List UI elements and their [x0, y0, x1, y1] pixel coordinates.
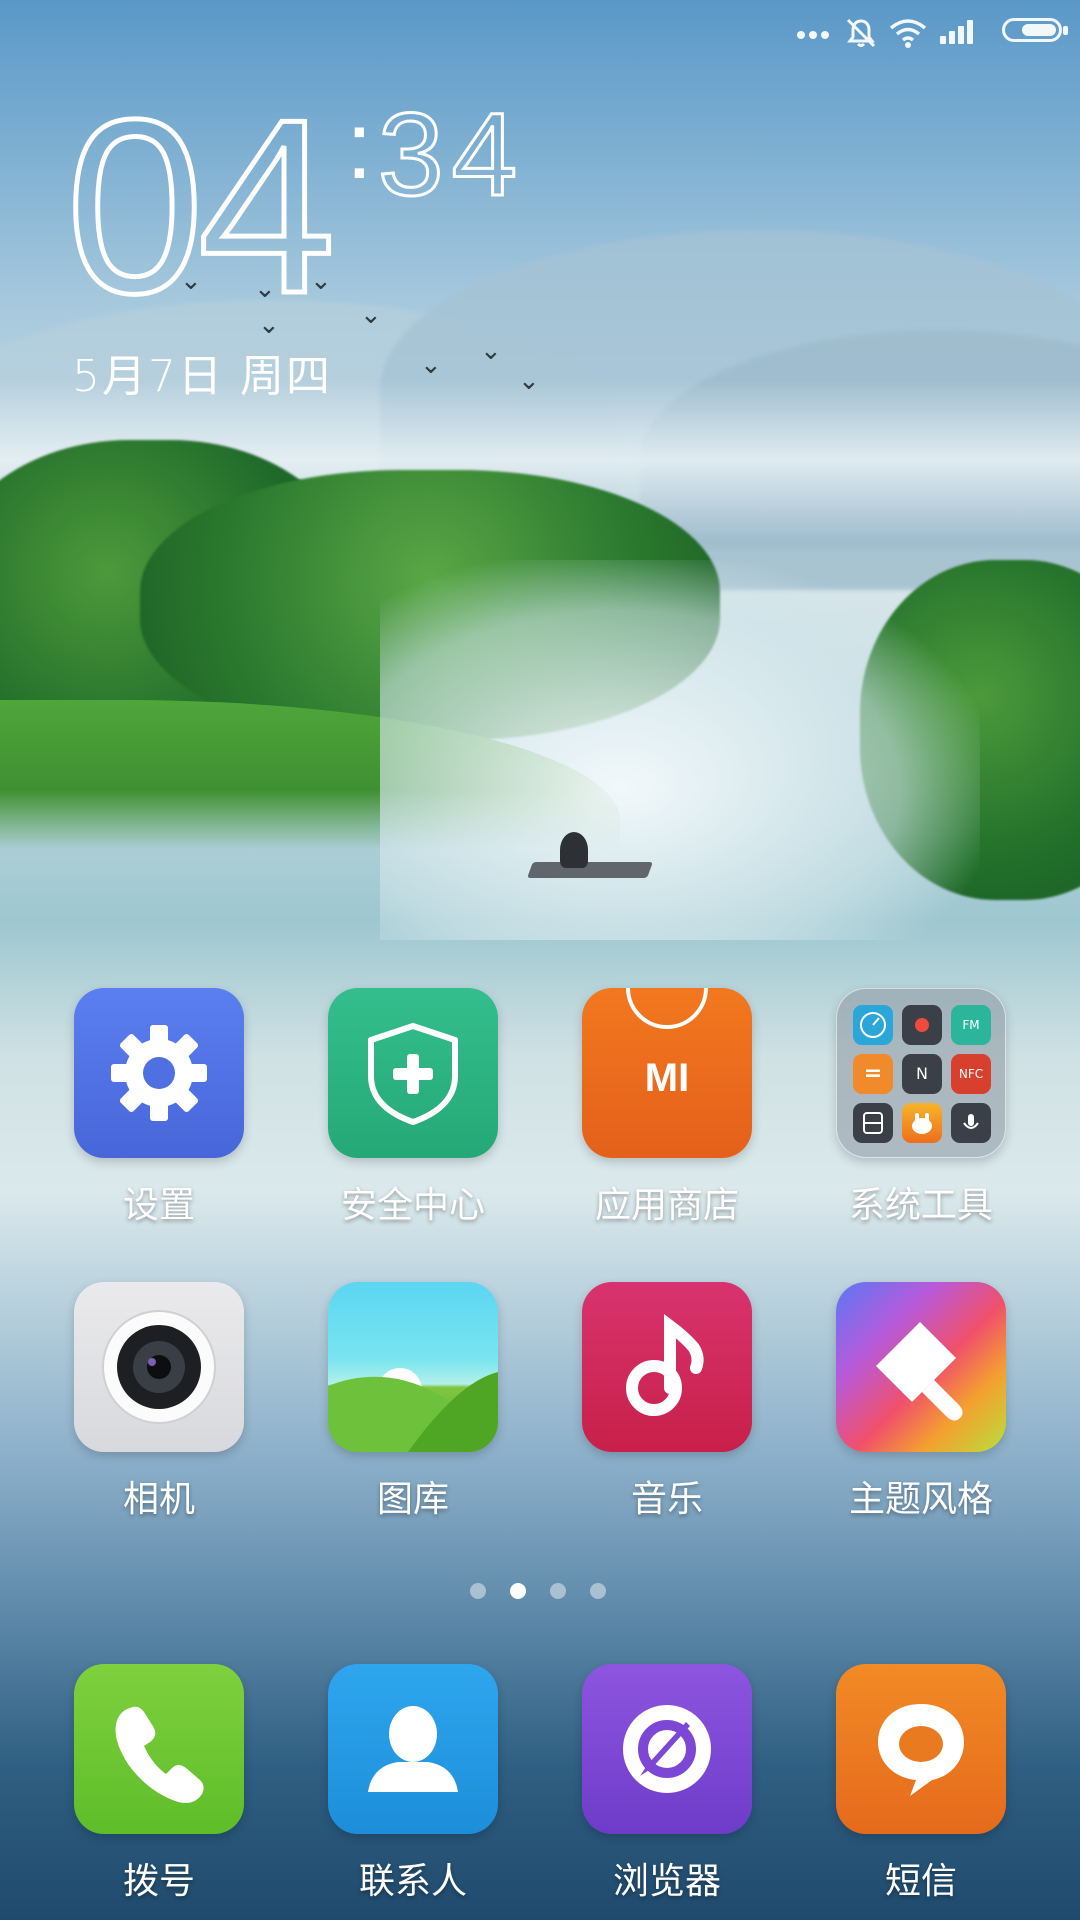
clock-date: 5月7日 周四: [72, 351, 332, 402]
nfc-mini-icon: NFC: [951, 1054, 991, 1094]
signal-icon: [940, 18, 980, 44]
app-label: 联系人: [358, 1861, 467, 1902]
browser-icon: [582, 1664, 752, 1834]
app-label: 系统工具: [848, 1185, 993, 1226]
mi-logo-text: MI: [645, 1056, 689, 1100]
app-camera[interactable]: 相机: [59, 1282, 259, 1522]
shield-plus-icon: [328, 988, 498, 1158]
app-store[interactable]: MI 应用商店: [567, 988, 767, 1228]
page-dot[interactable]: [470, 1583, 486, 1599]
page-indicator: [470, 1583, 610, 1603]
folder-icon: FM = N NFC: [836, 988, 1006, 1158]
voice-recorder-mini-icon: [951, 1103, 991, 1143]
bird-icon: ⌄: [360, 300, 382, 330]
gear-icon: [74, 988, 244, 1158]
app-label: 图库: [376, 1479, 449, 1520]
clock-mini-icon: [853, 1005, 893, 1045]
clock-colon: :: [346, 92, 373, 199]
app-label: 安全中心: [340, 1185, 485, 1226]
app-label: 设置: [122, 1185, 195, 1226]
clock-minute: 34: [376, 89, 526, 221]
app-security-center[interactable]: 安全中心: [313, 988, 513, 1228]
page-dot[interactable]: [590, 1583, 606, 1599]
app-label: 拨号: [122, 1861, 195, 1902]
more-dots-icon: [797, 31, 829, 39]
fm-radio-mini-icon: FM: [951, 1005, 991, 1045]
app-settings[interactable]: 设置: [59, 988, 259, 1228]
raft: [527, 862, 653, 878]
river: [380, 560, 980, 940]
bird-icon: ⌄: [518, 366, 540, 396]
mi-store-icon: MI: [582, 988, 752, 1158]
gallery-icon: [328, 1282, 498, 1452]
app-label: 浏览器: [612, 1861, 721, 1902]
paint-brush-icon: [836, 1282, 1006, 1452]
dock-messages[interactable]: 短信: [821, 1664, 1021, 1904]
app-gallery[interactable]: 图库: [313, 1282, 513, 1522]
app-label: 短信: [884, 1861, 957, 1902]
message-bubble-icon: [836, 1664, 1006, 1834]
dock-phone[interactable]: 拨号: [59, 1664, 259, 1904]
wifi-icon: [889, 19, 927, 48]
phone-icon: [74, 1664, 244, 1834]
camera-icon: [74, 1282, 244, 1452]
folder-system-tools[interactable]: FM = N NFC 系统工具: [821, 988, 1021, 1228]
recorder-mini-icon: [902, 1005, 942, 1045]
app-label: 相机: [122, 1479, 195, 1520]
dock-contacts[interactable]: 联系人: [313, 1664, 513, 1904]
app-themes[interactable]: 主题风格: [821, 1282, 1021, 1522]
status-bar: [0, 0, 1080, 62]
bird-icon: ⌄: [420, 350, 442, 380]
app-music[interactable]: 音乐: [567, 1282, 767, 1522]
battery-icon: [1002, 18, 1068, 42]
mute-bell-icon: [846, 18, 876, 48]
app-label: 应用商店: [594, 1185, 739, 1226]
music-note-icon: [582, 1282, 752, 1452]
clock-hour: 04: [64, 67, 339, 345]
mi-bunny-mini-icon: [902, 1103, 942, 1143]
page-dot-active[interactable]: [510, 1583, 526, 1599]
page-dot[interactable]: [550, 1583, 566, 1599]
bird-icon: ⌄: [480, 336, 502, 366]
compass-mini-icon: N: [902, 1054, 942, 1094]
dock-browser[interactable]: 浏览器: [567, 1664, 767, 1904]
app-label: 主题风格: [848, 1479, 993, 1520]
fisherman: [560, 832, 588, 868]
contact-icon: [328, 1664, 498, 1834]
app-label: 音乐: [630, 1479, 703, 1520]
scanner-mini-icon: [853, 1103, 893, 1143]
calculator-mini-icon: =: [853, 1054, 893, 1094]
